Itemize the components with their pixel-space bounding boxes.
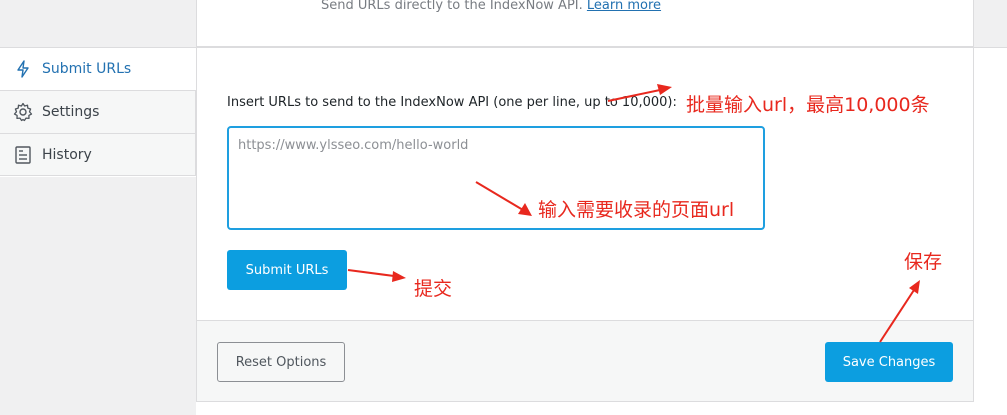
sidebar-background: [0, 177, 196, 415]
learn-more-link[interactable]: Learn more: [587, 0, 661, 13]
header-description: Send URLs directly to the IndexNow API. …: [321, 0, 661, 13]
reset-options-button[interactable]: Reset Options: [217, 342, 345, 382]
sidebar-item-label: Settings: [42, 104, 100, 120]
footer-bar: Reset Options Save Changes: [197, 320, 973, 401]
lightning-icon: [12, 58, 34, 80]
sidebar-item-submit-urls[interactable]: Submit URLs: [0, 48, 196, 90]
annotation-bulk-input: 批量输入url，最高10,000条: [686, 94, 930, 116]
sidebar-item-label: Submit URLs: [42, 61, 132, 77]
sidebar-item-settings[interactable]: Settings: [0, 90, 196, 133]
annotation-submit: 提交: [414, 278, 453, 300]
sidebar-item-history[interactable]: History: [0, 133, 196, 176]
gear-icon: [12, 101, 34, 123]
annotation-page-url: 输入需要收录的页面url: [538, 199, 735, 221]
document-list-icon: [12, 144, 34, 166]
urls-field-label: Insert URLs to send to the IndexNow API …: [227, 95, 677, 110]
header-card: Send URLs directly to the IndexNow API. …: [196, 0, 974, 47]
sidebar-item-label: History: [42, 146, 92, 163]
submit-urls-button[interactable]: Submit URLs: [227, 250, 347, 290]
header-description-text: Send URLs directly to the IndexNow API.: [321, 0, 583, 13]
right-margin: [974, 48, 1007, 415]
sidebar: Submit URLs Settings History: [0, 48, 196, 176]
save-changes-button[interactable]: Save Changes: [825, 342, 953, 382]
annotation-save: 保存: [904, 251, 943, 273]
